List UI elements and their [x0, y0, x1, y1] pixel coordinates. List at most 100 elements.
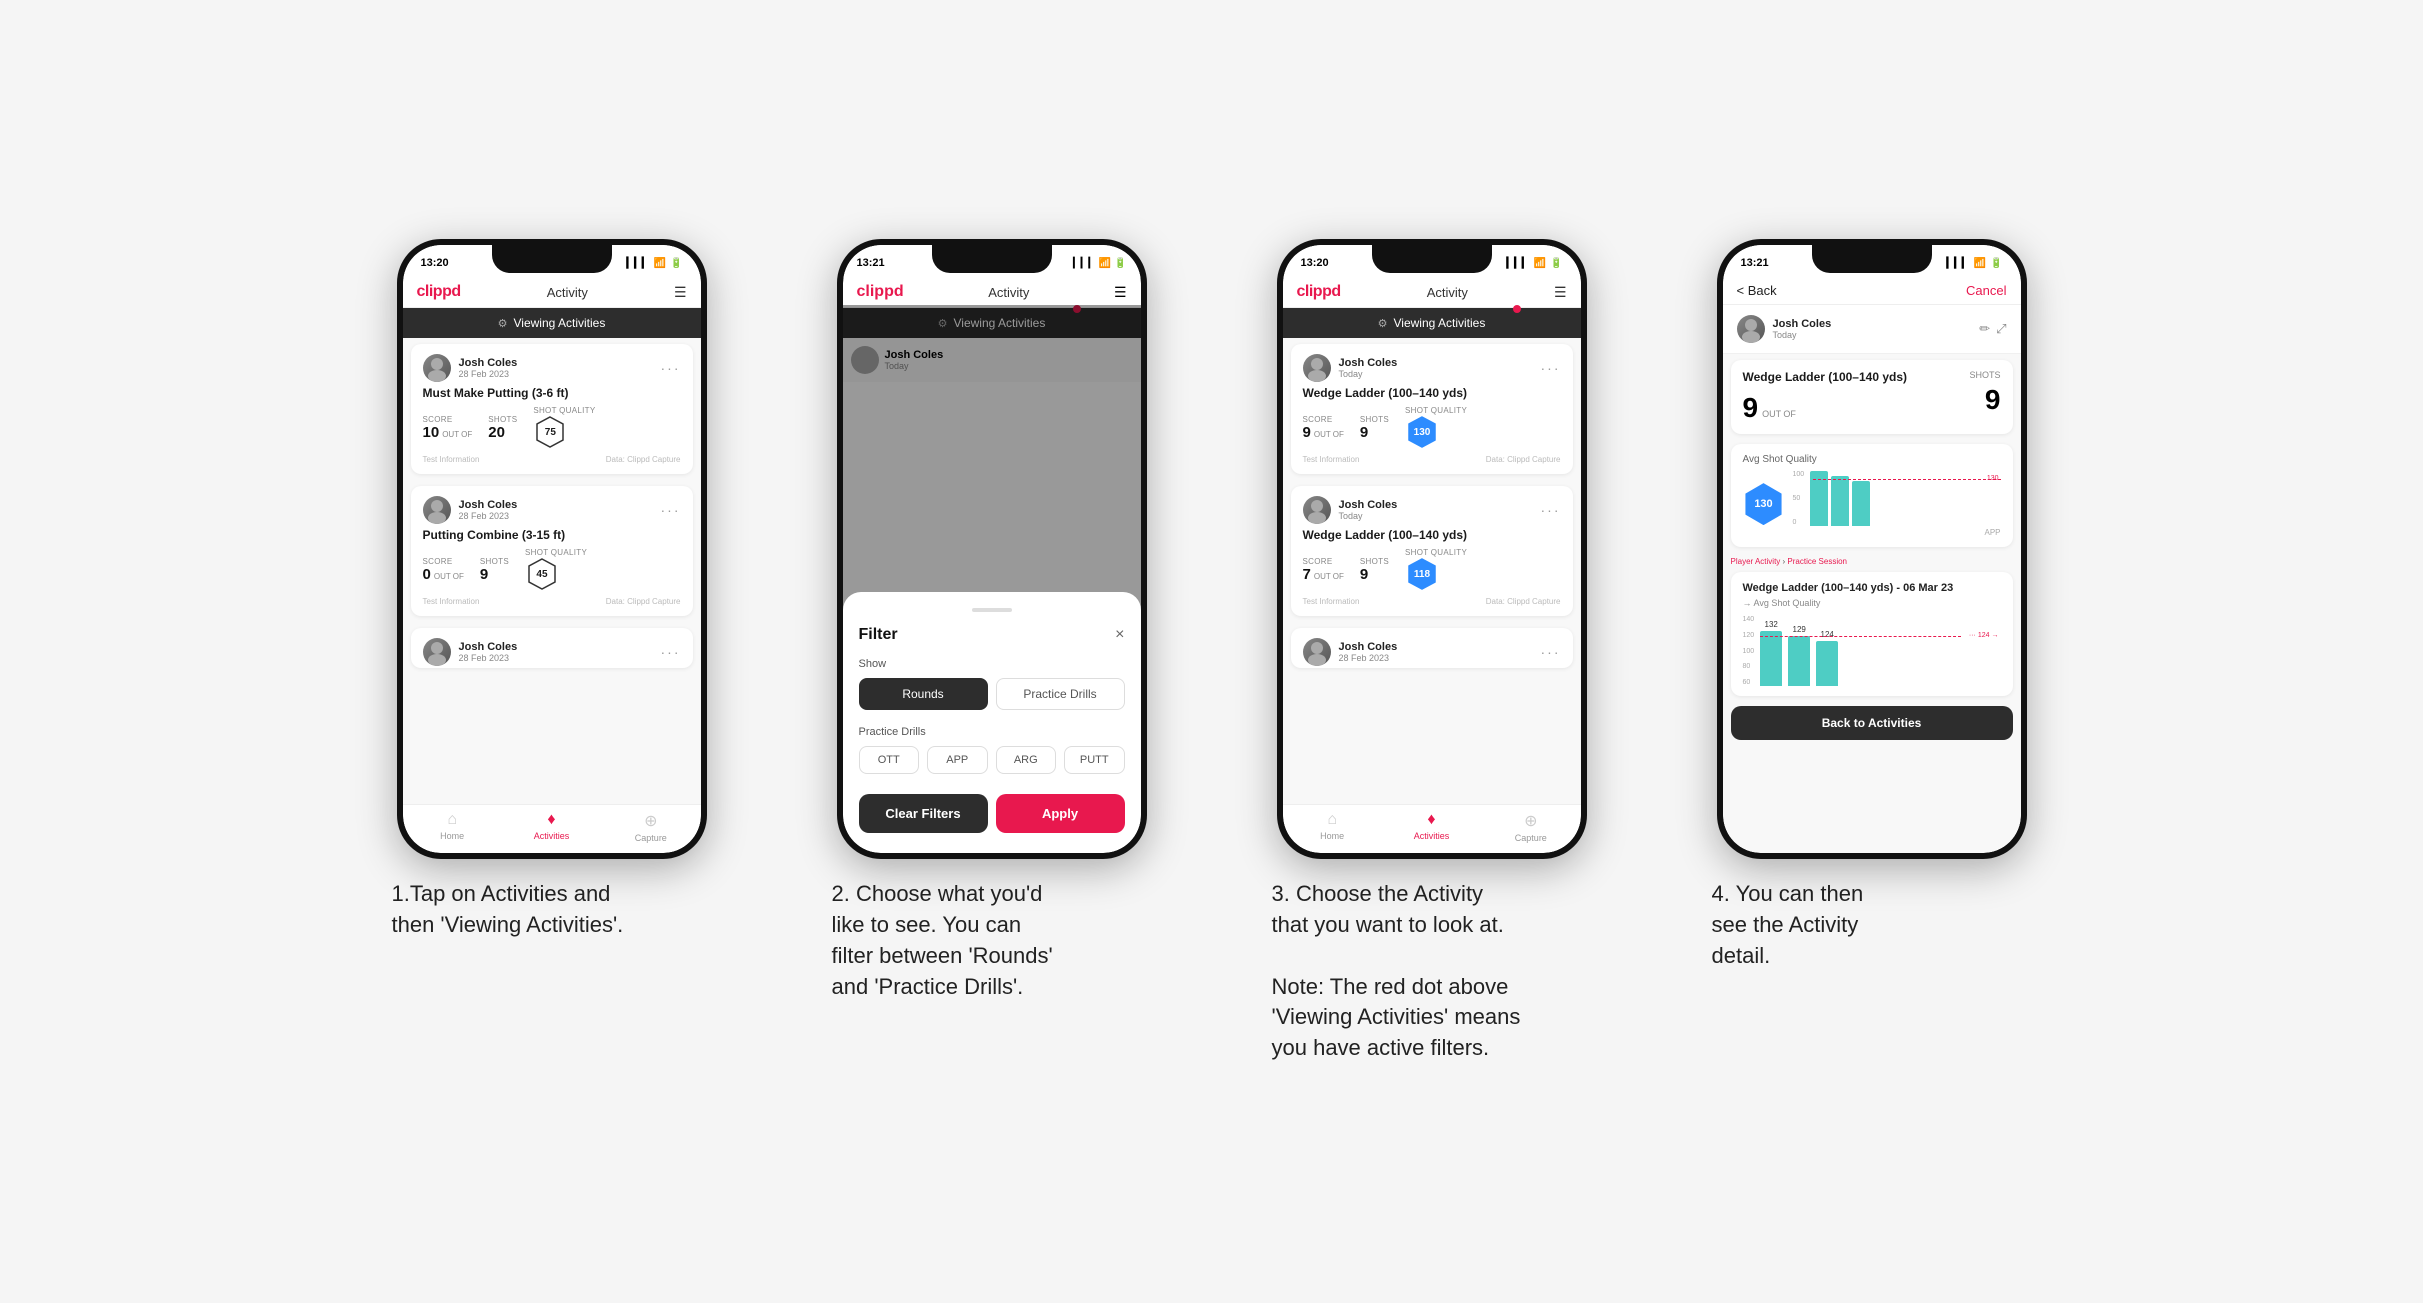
signal-1: ▎▎▎ [627, 258, 650, 269]
cancel-btn-4[interactable]: Cancel [1966, 283, 2006, 298]
phone-content-3: Josh Coles Today ··· Wedge Ladder (100–1… [1283, 338, 1581, 804]
shots-label-1-1: Shots [488, 415, 517, 424]
toggle-rounds[interactable]: Rounds [859, 678, 988, 710]
activity-card-1-3[interactable]: Josh Coles 28 Feb 2023 ··· [411, 628, 693, 668]
app-header-3: clippd Activity ☰ [1283, 277, 1581, 308]
phone-notch-1 [492, 245, 612, 273]
nav-activities-3[interactable]: ♦ Activities [1382, 811, 1481, 843]
banner-text-1: Viewing Activities [514, 316, 606, 330]
phone-notch-2 [932, 245, 1052, 273]
shots-label-4: Shots [1969, 370, 2000, 380]
user-date-3-1: Today [1339, 369, 1398, 379]
battery-1: 🔋 [670, 258, 682, 269]
filter-title: Filter [859, 626, 898, 644]
activity-card-1-1[interactable]: Josh Coles 28 Feb 2023 ··· Must Make Put… [411, 344, 693, 474]
activities-icon-1: ♦ [547, 811, 555, 829]
more-dots-1-1[interactable]: ··· [661, 360, 681, 376]
sq-val-1-1: 75 [545, 427, 556, 438]
nav-home-1[interactable]: ⌂ Home [403, 811, 502, 843]
phone-col-3: 13:20 ▎▎▎ 📶 🔋 clippd Activity ☰ ⚙ [1242, 239, 1622, 1064]
drill-ott[interactable]: OTT [859, 746, 920, 774]
battery-4: 🔋 [1990, 258, 2002, 269]
avatar-4 [1737, 315, 1765, 343]
score-val-1-2: 0 [423, 566, 431, 583]
avatar-3-1 [1303, 354, 1331, 382]
expand-icon-4[interactable]: ⤢ [1996, 321, 2006, 337]
nav-capture-label-1: Capture [635, 833, 667, 843]
filter-close-btn[interactable]: × [1115, 626, 1124, 644]
drills-label: Practice Drills [859, 726, 1125, 738]
more-dots-3-1[interactable]: ··· [1541, 360, 1561, 376]
score-val-1-1: 10 [423, 424, 440, 441]
banner-icon-3: ⚙ [1378, 317, 1388, 330]
more-dots-3-2[interactable]: ··· [1541, 502, 1561, 518]
caption-2: 2. Choose what you'dlike to see. You can… [832, 879, 1152, 1002]
drill-app[interactable]: APP [927, 746, 988, 774]
edit-icon-4[interactable]: ✏ [1979, 321, 1990, 337]
out-of-3-2: OUT OF [1314, 572, 1344, 581]
wifi-3: 📶 [1534, 258, 1546, 269]
footer-left-3-2: Test Information [1303, 597, 1360, 606]
apply-btn[interactable]: Apply [996, 794, 1125, 833]
sq-label-3-1: Shot Quality [1405, 406, 1467, 415]
activity-card-3-3[interactable]: Josh Coles 28 Feb 2023 ··· [1291, 628, 1573, 668]
detail-header-4: < Back Cancel [1723, 277, 2021, 305]
shots-val-1-1: 20 [488, 424, 517, 441]
back-btn-4[interactable]: < Back [1737, 283, 1777, 298]
nav-capture-label-3: Capture [1515, 833, 1547, 843]
shots-label-3-2: Shots [1360, 557, 1389, 566]
signal-4: ▎▎▎ [1947, 258, 1970, 269]
avatar-1-1 [423, 354, 451, 382]
bottom-nav-1: ⌂ Home ♦ Activities ⊕ Capture [403, 804, 701, 853]
user-name-3-3: Josh Coles [1339, 641, 1398, 653]
activities-icon-3: ♦ [1427, 811, 1435, 829]
drill-arg[interactable]: ARG [996, 746, 1057, 774]
chart-section-4: Avg Shot Quality 130 100 50 [1731, 444, 2013, 547]
nav-activities-1[interactable]: ♦ Activities [502, 811, 601, 843]
filter-overlay: Filter × Show Rounds Practice Drills Pra… [843, 305, 1141, 853]
shots-label-1-2: Shots [480, 557, 509, 566]
more-dots-3-3[interactable]: ··· [1541, 644, 1561, 660]
time-1: 13:20 [421, 257, 449, 269]
user-name-3-1: Josh Coles [1339, 357, 1398, 369]
nav-home-3[interactable]: ⌂ Home [1283, 811, 1382, 843]
viewing-banner-3[interactable]: ⚙ Viewing Activities [1283, 308, 1581, 338]
clear-filters-btn[interactable]: Clear Filters [859, 794, 988, 833]
activity-card-3-1[interactable]: Josh Coles Today ··· Wedge Ladder (100–1… [1291, 344, 1573, 474]
banner-text-3: Viewing Activities [1394, 316, 1486, 330]
app-title-3: Activity [1427, 285, 1468, 300]
score-label-1-1: Score [423, 415, 473, 424]
drill-name-3-2: Wedge Ladder (100–140 yds) [1303, 528, 1561, 542]
score-val-3-2: 7 [1303, 566, 1311, 583]
filter-drag-handle[interactable] [972, 608, 1012, 612]
session-card-4: Wedge Ladder (100–140 yds) - 06 Mar 23 →… [1731, 572, 2013, 696]
user-name-1-2: Josh Coles [459, 499, 518, 511]
activity-card-3-2[interactable]: Josh Coles Today ··· Wedge Ladder (100–1… [1291, 486, 1573, 616]
menu-icon-3[interactable]: ☰ [1554, 284, 1567, 301]
phone-4: 13:21 ▎▎▎ 📶 🔋 < Back Cancel [1717, 239, 2027, 859]
app-title-1: Activity [547, 285, 588, 300]
score-label-3-1: Score [1303, 415, 1344, 424]
back-to-activities-btn-4[interactable]: Back to Activities [1731, 706, 2013, 740]
more-dots-1-3[interactable]: ··· [661, 644, 681, 660]
drill-putt[interactable]: PUTT [1064, 746, 1125, 774]
wifi-4: 📶 [1974, 258, 1986, 269]
more-dots-1-2[interactable]: ··· [661, 502, 681, 518]
nav-home-label-3: Home [1320, 831, 1344, 841]
drill-name-1-1: Must Make Putting (3-6 ft) [423, 386, 681, 400]
footer-right-3-1: Data: Clippd Capture [1486, 455, 1561, 464]
menu-icon-1[interactable]: ☰ [674, 284, 687, 301]
nav-capture-3[interactable]: ⊕ Capture [1481, 811, 1580, 843]
toggle-practice-drills[interactable]: Practice Drills [996, 678, 1125, 710]
sq-label-1-2: Shot Quality [525, 548, 587, 557]
capture-icon-3: ⊕ [1524, 811, 1537, 831]
chart-bar-4-3 [1852, 481, 1870, 526]
viewing-banner-1[interactable]: ⚙ Viewing Activities [403, 308, 701, 338]
activity-card-1-2[interactable]: Josh Coles 28 Feb 2023 ··· Putting Combi… [411, 486, 693, 616]
banner-icon-1: ⚙ [498, 317, 508, 330]
user-name-1-3: Josh Coles [459, 641, 518, 653]
nav-capture-1[interactable]: ⊕ Capture [601, 811, 700, 843]
drill-name-3-1: Wedge Ladder (100–140 yds) [1303, 386, 1561, 400]
player-activity-label-4: Player Activity › Practice Session [1731, 557, 2013, 566]
sq-hexagon-val-4: 130 [1754, 498, 1772, 510]
